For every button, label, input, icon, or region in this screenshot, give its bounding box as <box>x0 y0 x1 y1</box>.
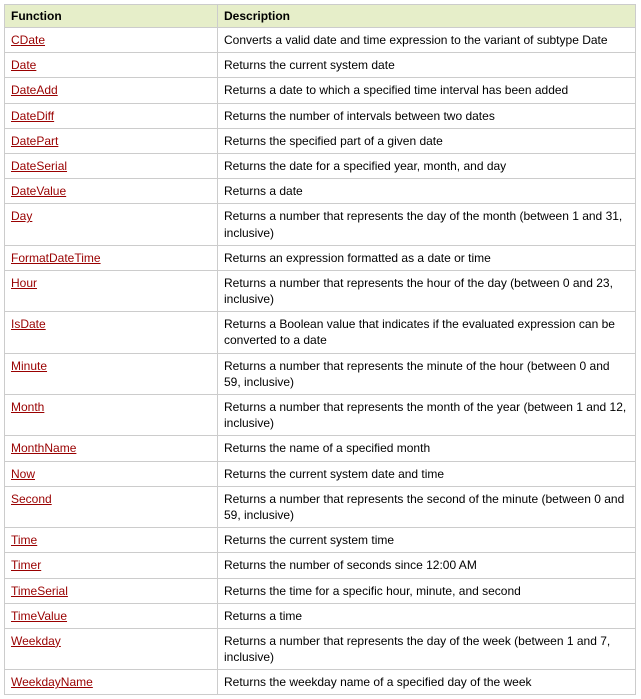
cell-function: Weekday <box>5 628 218 669</box>
cell-function: TimeValue <box>5 603 218 628</box>
table-row: DateDiff Returns the number of intervals … <box>5 103 636 128</box>
cell-description: Returns a Boolean value that indicates i… <box>218 312 636 353</box>
header-function: Function <box>5 5 218 28</box>
function-link[interactable]: Month <box>11 400 44 414</box>
table-row: Minute Returns a number that represents t… <box>5 353 636 394</box>
table-row: CDate Converts a valid date and time expr… <box>5 28 636 53</box>
table-row: Weekday Returns a number that represents … <box>5 628 636 669</box>
function-link[interactable]: Time <box>11 533 37 547</box>
function-link[interactable]: TimeValue <box>11 609 67 623</box>
function-link[interactable]: MonthName <box>11 441 76 455</box>
table-row: Second Returns a number that represents t… <box>5 486 636 527</box>
cell-function: DateAdd <box>5 78 218 103</box>
table-row: DateSerial Returns the date for a specifi… <box>5 153 636 178</box>
cell-description: Returns a number that represents the mon… <box>218 395 636 436</box>
cell-description: Returns the specified part of a given da… <box>218 128 636 153</box>
cell-description: Returns the current system date and time <box>218 461 636 486</box>
cell-description: Returns the number of intervals between … <box>218 103 636 128</box>
cell-function: Time <box>5 528 218 553</box>
table-row: DateValue Returns a date <box>5 179 636 204</box>
table-row: FormatDateTime Returns an expression form… <box>5 245 636 270</box>
cell-function: Timer <box>5 553 218 578</box>
cell-function: Hour <box>5 270 218 311</box>
table-row: Hour Returns a number that represents the… <box>5 270 636 311</box>
table-row: DateAdd Returns a date to which a specifi… <box>5 78 636 103</box>
table-row: TimeValue Returns a time <box>5 603 636 628</box>
table-row: Day Returns a number that represents the … <box>5 204 636 245</box>
function-link[interactable]: Hour <box>11 276 37 290</box>
cell-description: Returns a date to which a specified time… <box>218 78 636 103</box>
cell-function: IsDate <box>5 312 218 353</box>
function-link[interactable]: IsDate <box>11 317 46 331</box>
cell-description: Returns a number that represents the day… <box>218 628 636 669</box>
cell-description: Returns the time for a specific hour, mi… <box>218 578 636 603</box>
table-row: Timer Returns the number of seconds since… <box>5 553 636 578</box>
function-link[interactable]: Now <box>11 467 35 481</box>
function-link[interactable]: Day <box>11 209 32 223</box>
cell-function: Month <box>5 395 218 436</box>
cell-function: Second <box>5 486 218 527</box>
cell-description: Returns the date for a specified year, m… <box>218 153 636 178</box>
table-row: IsDate Returns a Boolean value that indic… <box>5 312 636 353</box>
cell-function: Minute <box>5 353 218 394</box>
functions-table: Function Description CDate Converts a val… <box>4 4 636 695</box>
function-link[interactable]: Weekday <box>11 634 61 648</box>
header-row: Function Description <box>5 5 636 28</box>
cell-function: Now <box>5 461 218 486</box>
cell-description: Returns a number that represents the hou… <box>218 270 636 311</box>
cell-description: Returns the name of a specified month <box>218 436 636 461</box>
cell-function: TimeSerial <box>5 578 218 603</box>
function-link[interactable]: CDate <box>11 33 45 47</box>
cell-description: Returns the current system time <box>218 528 636 553</box>
function-link[interactable]: Date <box>11 58 36 72</box>
function-link[interactable]: DateSerial <box>11 159 67 173</box>
cell-description: Returns a time <box>218 603 636 628</box>
cell-function: WeekdayName <box>5 670 218 695</box>
cell-function: DateSerial <box>5 153 218 178</box>
cell-description: Returns the weekday name of a specified … <box>218 670 636 695</box>
cell-description: Converts a valid date and time expressio… <box>218 28 636 53</box>
function-link[interactable]: FormatDateTime <box>11 251 101 265</box>
table-row: Now Returns the current system date and t… <box>5 461 636 486</box>
cell-description: Returns a date <box>218 179 636 204</box>
function-link[interactable]: Minute <box>11 359 47 373</box>
header-description: Description <box>218 5 636 28</box>
function-link[interactable]: DateAdd <box>11 83 58 97</box>
table-row: Month Returns a number that represents th… <box>5 395 636 436</box>
cell-function: DateDiff <box>5 103 218 128</box>
cell-function: CDate <box>5 28 218 53</box>
cell-function: Date <box>5 53 218 78</box>
table-row: TimeSerial Returns the time for a specifi… <box>5 578 636 603</box>
table-row: Date Returns the current system date <box>5 53 636 78</box>
cell-function: FormatDateTime <box>5 245 218 270</box>
function-link[interactable]: DateDiff <box>11 109 54 123</box>
cell-description: Returns an expression formatted as a dat… <box>218 245 636 270</box>
table-row: WeekdayName Returns the weekday name of a… <box>5 670 636 695</box>
function-link[interactable]: TimeSerial <box>11 584 68 598</box>
cell-description: Returns a number that represents the min… <box>218 353 636 394</box>
function-link[interactable]: Timer <box>11 558 41 572</box>
cell-description: Returns the current system date <box>218 53 636 78</box>
cell-function: DatePart <box>5 128 218 153</box>
cell-description: Returns the number of seconds since 12:0… <box>218 553 636 578</box>
table-row: MonthName Returns the name of a specified… <box>5 436 636 461</box>
function-link[interactable]: DatePart <box>11 134 58 148</box>
table-row: Time Returns the current system time <box>5 528 636 553</box>
cell-function: Day <box>5 204 218 245</box>
cell-function: DateValue <box>5 179 218 204</box>
cell-description: Returns a number that represents the day… <box>218 204 636 245</box>
function-link[interactable]: WeekdayName <box>11 675 93 689</box>
table-row: DatePart Returns the specified part of a … <box>5 128 636 153</box>
function-link[interactable]: DateValue <box>11 184 66 198</box>
cell-function: MonthName <box>5 436 218 461</box>
function-link[interactable]: Second <box>11 492 52 506</box>
cell-description: Returns a number that represents the sec… <box>218 486 636 527</box>
